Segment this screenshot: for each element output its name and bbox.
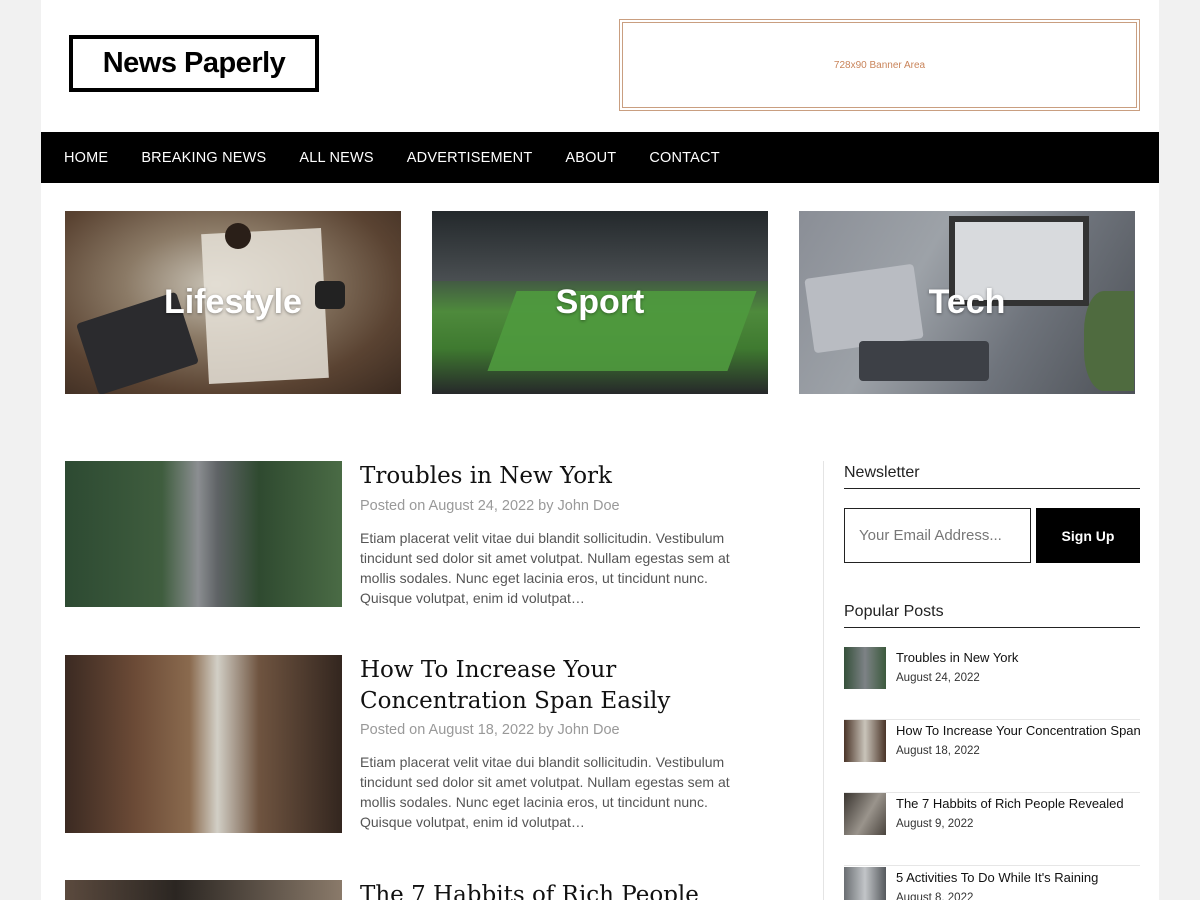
email-input[interactable] <box>844 508 1031 563</box>
popular-post-title[interactable]: 5 Activities To Do While It's Raining <box>896 870 1098 885</box>
popular-post-thumbnail[interactable] <box>844 867 886 900</box>
nav-item-all-news[interactable]: ALL NEWS <box>299 150 373 166</box>
nav-item-breaking-news[interactable]: BREAKING NEWS <box>141 150 266 166</box>
category-label-sport: Sport <box>555 283 645 321</box>
post-title[interactable]: How To Increase Your Concentration Span … <box>360 655 770 717</box>
post-title[interactable]: The 7 Habbits of Rich People Revealed <box>360 880 770 900</box>
post-thumbnail[interactable] <box>65 655 342 833</box>
category-tile-lifestyle[interactable]: Lifestyle <box>65 211 401 394</box>
nav-item-about[interactable]: ABOUT <box>565 150 616 166</box>
popular-post-date: August 9, 2022 <box>896 818 974 830</box>
newsletter-title: Newsletter <box>844 464 1140 489</box>
popular-post-item[interactable]: The 7 Habbits of Rich People Revealed Au… <box>844 793 1140 866</box>
banner-ad-inner: 728x90 Banner Area <box>622 22 1137 108</box>
post-meta: Posted on August 18, 2022 by John Doe <box>360 722 620 738</box>
nav-item-contact[interactable]: CONTACT <box>649 150 719 166</box>
popular-post-item[interactable]: How To Increase Your Concentration Span … <box>844 720 1141 793</box>
nav-item-home[interactable]: HOME <box>64 150 108 166</box>
popular-post-title[interactable]: The 7 Habbits of Rich People Revealed <box>896 796 1124 811</box>
banner-ad-area[interactable]: 728x90 Banner Area <box>619 19 1140 111</box>
category-label-tech: Tech <box>928 283 1006 321</box>
site-logo-text: News Paperly <box>102 47 286 79</box>
post-item: How To Increase Your Concentration Span … <box>65 655 765 855</box>
post-thumbnail[interactable] <box>65 461 342 607</box>
popular-post-date: August 8, 2022 <box>896 892 974 900</box>
nav-item-advertisement[interactable]: ADVERTISEMENT <box>407 150 533 166</box>
popular-post-title[interactable]: Troubles in New York <box>896 650 1018 665</box>
post-item: The 7 Habbits of Rich People Revealed <box>65 880 765 900</box>
popular-post-date: August 18, 2022 <box>896 745 980 757</box>
category-label-lifestyle: Lifestyle <box>164 283 302 321</box>
site-logo[interactable]: News Paperly <box>69 35 319 92</box>
sidebar-divider <box>823 461 824 900</box>
sign-up-button[interactable]: Sign Up <box>1036 508 1140 563</box>
category-tile-sport[interactable]: Sport <box>432 211 768 394</box>
post-excerpt: Etiam placerat velit vitae dui blandit s… <box>360 530 730 606</box>
popular-post-thumbnail[interactable] <box>844 720 886 762</box>
post-title[interactable]: Troubles in New York <box>360 461 770 492</box>
page: News Paperly 728x90 Banner Area HOME BRE… <box>41 0 1159 900</box>
popular-post-item[interactable]: 5 Activities To Do While It's Raining Au… <box>844 867 1140 900</box>
main-nav: HOME BREAKING NEWS ALL NEWS ADVERTISEMEN… <box>41 132 1159 183</box>
post-excerpt: Etiam placerat velit vitae dui blandit s… <box>360 754 730 830</box>
popular-post-thumbnail[interactable] <box>844 647 886 689</box>
popular-post-title[interactable]: How To Increase Your Concentration Span <box>896 723 1141 738</box>
post-item: Troubles in New York Posted on August 24… <box>65 461 765 631</box>
popular-post-item[interactable]: Troubles in New York August 24, 2022 <box>844 647 1140 720</box>
post-meta: Posted on August 24, 2022 by John Doe <box>360 498 620 514</box>
category-tile-tech[interactable]: Tech <box>799 211 1135 394</box>
popular-posts-title: Popular Posts <box>844 603 1140 628</box>
popular-post-thumbnail[interactable] <box>844 793 886 835</box>
banner-ad-label: 728x90 Banner Area <box>833 59 926 71</box>
post-thumbnail[interactable] <box>65 880 342 900</box>
popular-post-date: August 24, 2022 <box>896 672 980 684</box>
